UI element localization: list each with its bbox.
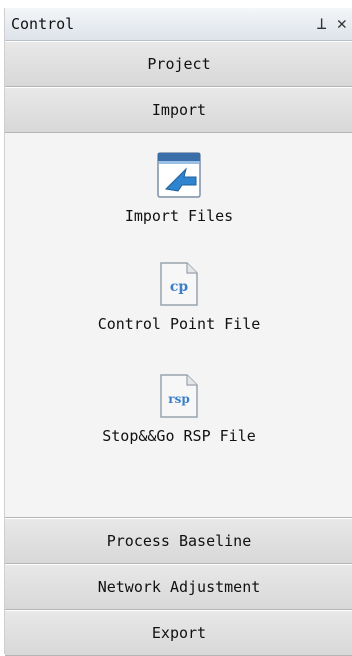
tool-label-import-files: Import Files (124, 207, 234, 225)
tool-label-control-point-file: Control Point File (97, 315, 261, 333)
section-export[interactable]: Export (5, 610, 352, 656)
control-panel: Control ⊥ ✕ Project Import Import Files (4, 8, 352, 656)
title-actions: ⊥ ✕ (317, 14, 348, 34)
section-project[interactable]: Project (5, 41, 352, 87)
control-point-file-tool[interactable]: cp Control Point File (5, 261, 352, 333)
section-process-baseline[interactable]: Process Baseline (5, 518, 352, 564)
section-import[interactable]: Import (5, 87, 352, 133)
rsp-badge-text: rsp (168, 392, 189, 406)
pin-icon[interactable]: ⊥ (317, 14, 327, 34)
rsp-file-tool[interactable]: rsp Stop&&Go RSP File (5, 373, 352, 445)
import-files-tool[interactable]: Import Files (5, 151, 352, 225)
panel-title: Control (11, 15, 75, 33)
import-files-icon (156, 151, 202, 199)
cp-badge-text: cp (170, 279, 189, 295)
panel-titlebar: Control ⊥ ✕ (5, 8, 352, 41)
import-content: Import Files cp Control Point File rsp S… (5, 133, 352, 518)
tool-label-rsp-file: Stop&&Go RSP File (102, 427, 256, 445)
section-network-adjustment[interactable]: Network Adjustment (5, 564, 352, 610)
close-icon[interactable]: ✕ (337, 14, 347, 34)
rsp-file-icon: rsp (159, 373, 199, 419)
cp-file-icon: cp (159, 261, 199, 307)
